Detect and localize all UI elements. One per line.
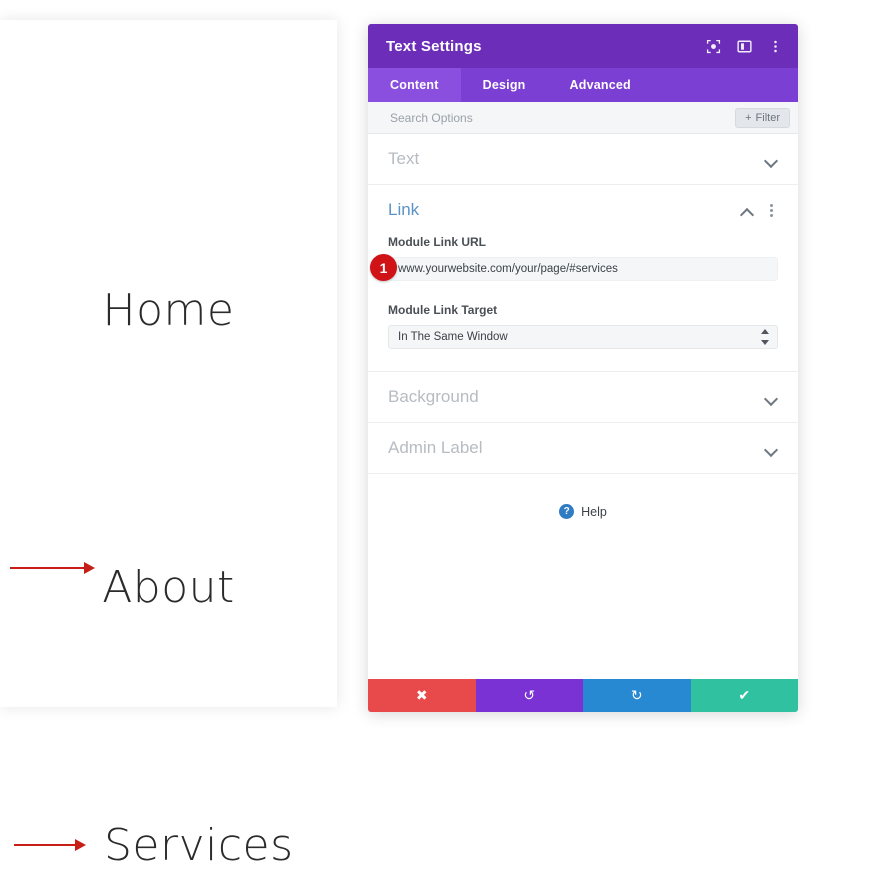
modal-body: Text Link Module Link URL 1 Module Link …: [368, 134, 798, 679]
modal-footer: ✖ ↺ ↻ ✔: [368, 679, 798, 712]
filter-button-label: Filter: [755, 111, 780, 124]
tab-content[interactable]: Content: [368, 68, 461, 102]
preview-nav-services: Services: [104, 820, 294, 871]
tab-advanced[interactable]: Advanced: [548, 68, 653, 102]
chevron-up-icon: [740, 206, 754, 215]
module-link-target-select-wrap: [388, 325, 778, 349]
redo-button[interactable]: ↻: [583, 679, 691, 712]
section-toggle-admin-label[interactable]: Admin Label: [368, 423, 798, 474]
undo-button[interactable]: ↺: [475, 679, 583, 712]
page-preview-panel: Home About: [0, 20, 337, 707]
section-title-link: Link: [388, 200, 420, 219]
arrow-head: [84, 562, 95, 574]
annotation-arrow-services: [14, 839, 86, 851]
modal-header-actions: [705, 38, 784, 55]
module-link-target-label: Module Link Target: [388, 303, 498, 317]
search-input[interactable]: [388, 109, 736, 126]
layout-toggle-icon[interactable]: [736, 38, 753, 55]
section-toggle-background[interactable]: Background: [368, 372, 798, 423]
step-badge-1: 1: [370, 254, 397, 281]
section-toggle-link[interactable]: Link: [368, 185, 798, 235]
chevron-down-icon: [764, 155, 778, 164]
fullscreen-icon[interactable]: [705, 38, 722, 55]
save-button[interactable]: ✔: [690, 679, 798, 712]
tab-design[interactable]: Design: [461, 68, 548, 102]
help-link[interactable]: ? Help: [368, 474, 798, 519]
section-title-text: Text: [388, 149, 420, 168]
module-link-url-input[interactable]: [388, 257, 778, 281]
arrow-head: [75, 839, 86, 851]
annotation-arrow-about: [10, 562, 95, 574]
preview-nav-home: Home: [102, 285, 235, 336]
arrow-shaft: [14, 844, 77, 846]
search-row: + Filter: [368, 102, 798, 134]
section-toggle-text[interactable]: Text: [368, 134, 798, 185]
modal-title: Text Settings: [386, 37, 482, 55]
text-settings-modal: Text Settings Content Design Advanced Se…: [368, 24, 798, 712]
section-title-background: Background: [388, 387, 479, 406]
section-title-admin-label: Admin Label: [388, 438, 483, 457]
filter-button[interactable]: + Filter: [735, 107, 790, 128]
module-link-url-label: Module Link URL: [388, 235, 486, 249]
help-label: Help: [581, 504, 607, 519]
more-options-icon[interactable]: [767, 38, 784, 55]
cancel-button[interactable]: ✖: [368, 679, 476, 712]
question-mark-icon: ?: [559, 504, 575, 519]
arrow-shaft: [10, 567, 86, 569]
chevron-down-icon: [764, 393, 778, 402]
link-section-body: Module Link URL 1 Module Link Target: [368, 235, 798, 372]
modal-header: Text Settings: [368, 24, 798, 68]
module-link-target-select[interactable]: [388, 325, 778, 349]
chevron-down-icon: [764, 444, 778, 453]
section-options-icon[interactable]: [764, 203, 778, 217]
plus-icon: +: [745, 111, 752, 124]
modal-tabs: Content Design Advanced: [368, 68, 798, 102]
